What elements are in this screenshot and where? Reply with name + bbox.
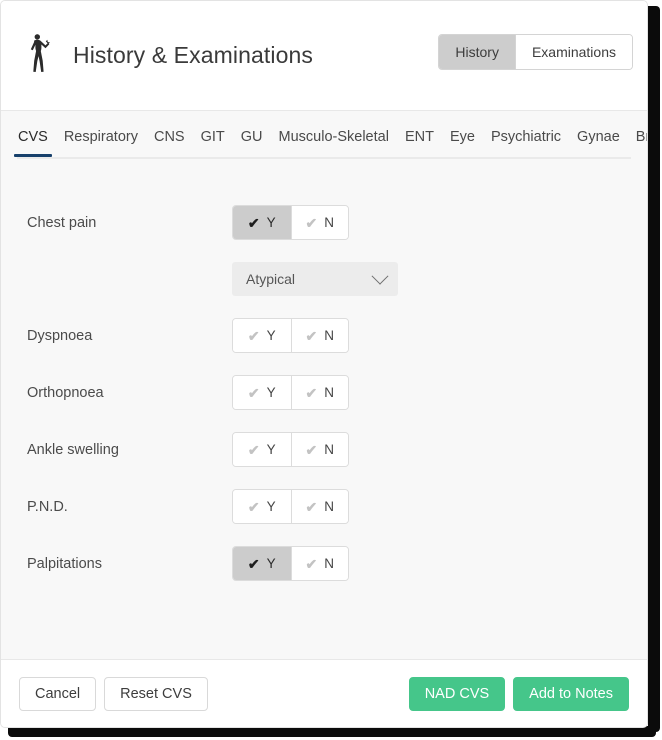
symptom-row-palpitations: Palpitations ✔ Y ✔ N: [1, 546, 647, 581]
symptom-row-dyspnoea: Dyspnoea ✔ Y ✔ N: [1, 318, 647, 353]
check-icon: ✔: [305, 327, 318, 344]
no-label: N: [324, 328, 334, 343]
window-header: History & Examinations History Examinati…: [1, 1, 647, 111]
yes-no-toggle-group: ✔ Y ✔ N: [232, 375, 349, 410]
check-icon: ✔: [247, 555, 260, 572]
symptom-row-chest-pain: Chest pain ✔ Y ✔ N: [1, 205, 647, 240]
yes-label: Y: [266, 556, 276, 571]
tab-cns[interactable]: CNS: [153, 129, 186, 157]
no-button[interactable]: ✔ N: [290, 490, 348, 523]
no-label: N: [324, 556, 334, 571]
mode-switch-group: History Examinations: [438, 34, 633, 70]
yes-button[interactable]: ✔ Y: [233, 490, 291, 523]
yes-label: Y: [266, 442, 276, 457]
tab-ent[interactable]: ENT: [404, 129, 435, 157]
mode-button-history[interactable]: History: [439, 35, 515, 69]
tab-psychiatric[interactable]: Psychiatric: [490, 129, 562, 157]
chest-pain-type-value: Atypical: [246, 271, 296, 287]
tab-gynae[interactable]: Gynae: [576, 129, 621, 157]
check-icon: ✔: [247, 384, 260, 401]
chest-pain-detail-row: Atypical: [1, 262, 647, 296]
symptom-label: Chest pain: [27, 214, 97, 231]
symptom-label: Ankle swelling: [27, 441, 119, 458]
symptom-label: P.N.D.: [27, 498, 68, 515]
check-icon: ✔: [305, 441, 318, 458]
screenshot-stage: History & Examinations History Examinati…: [0, 0, 662, 740]
no-button[interactable]: ✔ N: [290, 319, 348, 352]
tab-cvs[interactable]: CVS: [14, 129, 52, 157]
tab-git[interactable]: GIT: [200, 129, 226, 157]
window-footer: Cancel Reset CVS NAD CVS Add to Notes: [1, 659, 647, 727]
symptom-row-ankle-swelling: Ankle swelling ✔ Y ✔ N: [1, 432, 647, 467]
check-icon: ✔: [247, 498, 260, 515]
yes-label: Y: [266, 499, 276, 514]
yes-label: Y: [266, 328, 276, 343]
yes-no-toggle-group: ✔ Y ✔ N: [232, 489, 349, 524]
page-title: History & Examinations: [73, 41, 313, 68]
tab-gu[interactable]: GU: [240, 129, 264, 157]
yes-no-toggle-group: ✔ Y ✔ N: [232, 546, 349, 581]
tab-musculo-skeletal[interactable]: Musculo-Skeletal: [278, 129, 390, 157]
no-button[interactable]: ✔ N: [290, 547, 348, 580]
no-button[interactable]: ✔ N: [290, 433, 348, 466]
no-label: N: [324, 442, 334, 457]
window-shadow-right: [648, 6, 660, 732]
nad-cvs-button[interactable]: NAD CVS: [408, 676, 506, 711]
yes-button[interactable]: ✔ Y: [233, 206, 291, 239]
symptom-label: Dyspnoea: [27, 327, 93, 344]
chest-pain-type-select[interactable]: Atypical: [232, 262, 398, 296]
footer-right-actions: NAD CVS Add to Notes: [408, 676, 629, 711]
yes-label: Y: [266, 215, 276, 230]
check-icon: ✔: [247, 441, 260, 458]
tabbar-divider: [17, 157, 631, 159]
symptom-row-orthopnoea: Orthopnoea ✔ Y ✔ N: [1, 375, 647, 410]
category-tabbar: CVS Respiratory CNS GIT GU Musculo-Skele…: [1, 111, 647, 159]
yes-no-toggle-group: ✔ Y ✔ N: [232, 318, 349, 353]
cancel-button[interactable]: Cancel: [19, 676, 97, 711]
yes-button[interactable]: ✔ Y: [233, 319, 291, 352]
no-label: N: [324, 385, 334, 400]
chevron-down-icon: [371, 267, 389, 285]
history-examinations-window: History & Examinations History Examinati…: [0, 0, 648, 728]
yes-button[interactable]: ✔ Y: [233, 376, 291, 409]
check-icon: ✔: [247, 327, 260, 344]
no-button[interactable]: ✔ N: [290, 206, 348, 239]
yes-button[interactable]: ✔ Y: [233, 547, 291, 580]
body-figure-icon: [21, 31, 55, 79]
row-spacer: [27, 262, 232, 296]
yes-no-toggle-group: ✔ Y ✔ N: [232, 432, 349, 467]
tab-breast[interactable]: Breast: [635, 129, 647, 157]
no-label: N: [324, 215, 334, 230]
symptom-label: Orthopnoea: [27, 384, 104, 401]
tab-respiratory[interactable]: Respiratory: [63, 129, 139, 157]
footer-left-actions: Cancel Reset CVS: [19, 676, 409, 711]
check-icon: ✔: [305, 214, 318, 231]
symptom-form: Chest pain ✔ Y ✔ N Atypical Dyspnoea ✔ Y…: [1, 159, 647, 659]
yes-button[interactable]: ✔ Y: [233, 433, 291, 466]
no-button[interactable]: ✔ N: [290, 376, 348, 409]
yes-label: Y: [266, 385, 276, 400]
no-label: N: [324, 499, 334, 514]
symptom-row-pnd: P.N.D. ✔ Y ✔ N: [1, 489, 647, 524]
symptom-label: Palpitations: [27, 555, 102, 572]
header-left-group: History & Examinations: [21, 31, 438, 79]
tab-eye[interactable]: Eye: [449, 129, 476, 157]
reset-cvs-button[interactable]: Reset CVS: [104, 676, 208, 711]
check-icon: ✔: [305, 555, 318, 572]
yes-no-toggle-group: ✔ Y ✔ N: [232, 205, 349, 240]
add-to-notes-button[interactable]: Add to Notes: [513, 676, 629, 711]
category-tabs: CVS Respiratory CNS GIT GU Musculo-Skele…: [1, 129, 647, 157]
check-icon: ✔: [305, 384, 318, 401]
check-icon: ✔: [305, 498, 318, 515]
mode-button-examinations[interactable]: Examinations: [514, 35, 632, 69]
check-icon: ✔: [247, 214, 260, 231]
